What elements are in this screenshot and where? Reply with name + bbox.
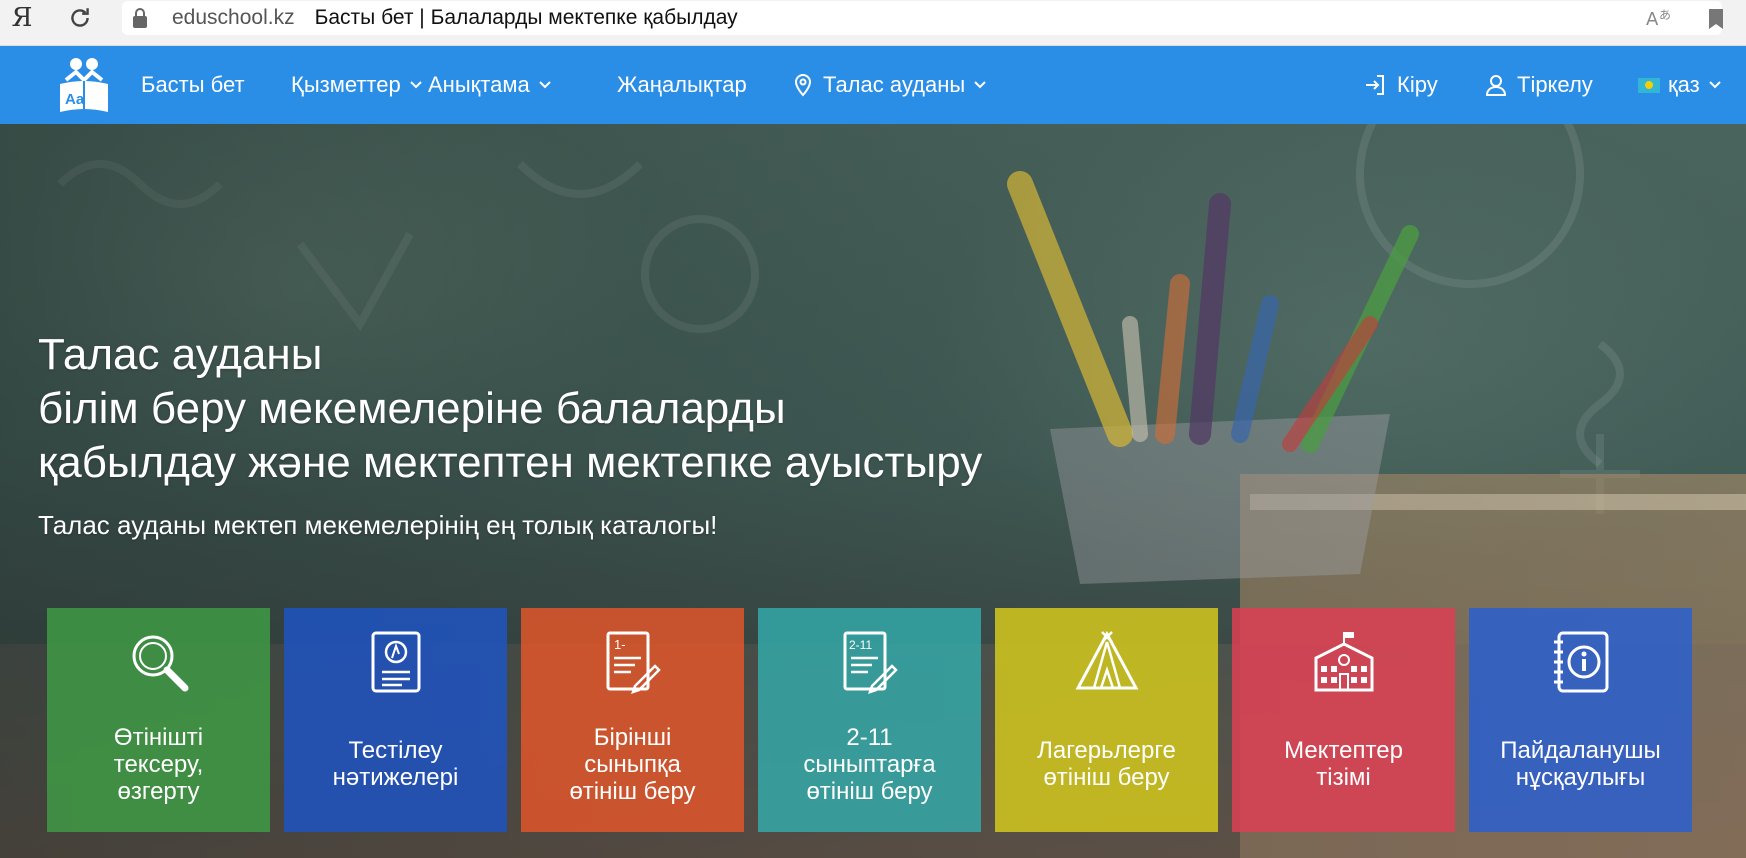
nav-services-label: Қызметтер [291,72,401,97]
nav-news[interactable]: Жаңалықтар [617,46,747,124]
bookmark-icon[interactable] [1708,4,1724,34]
hero-title-line: білім беру мекемелеріне балаларды [38,384,786,433]
browser-toolbar: Я eduschool.kz Басты бет | Балаларды мек… [0,0,1746,46]
info-icon [1469,630,1692,700]
nav-home-label: Басты бет [141,72,245,97]
tile-label: Мектептер тізімі [1284,737,1403,791]
kazakhstan-flag-icon [1638,77,1660,93]
login-link[interactable]: Кіру [1363,46,1438,124]
language-selector[interactable]: қаз [1638,46,1722,124]
nav-home[interactable]: Басты бет [141,46,245,124]
hero-title-line: қабылдау және мектептен мектепке ауыстыр… [38,438,983,487]
nav-news-label: Жаңалықтар [617,72,747,97]
login-icon [1363,73,1387,97]
nav-reference-label: Анықтама [428,72,530,97]
language-label: қаз [1668,72,1700,97]
register-label: Тіркелу [1517,72,1593,97]
tile-check-application[interactable]: Өтінішті тексеру, өзгерту [47,608,270,832]
tent-icon [995,630,1218,700]
grades-application-icon: 2-11 [758,630,981,700]
site-logo-icon[interactable]: Aa [56,54,112,116]
chevron-down-icon [1708,80,1722,90]
lock-icon [122,7,158,29]
hero-title: Талас ауданы білім беру мекемелеріне бал… [38,328,982,490]
tile-grades-application[interactable]: 2-11 2-11 сыныптарға өтініш беру [758,608,981,832]
tile-camp-application[interactable]: Лагерьлерге өтініш беру [995,608,1218,832]
svg-text:あ: あ [1659,8,1671,22]
test-sheet-icon [284,630,507,700]
svg-text:Aa: Aa [65,91,85,108]
nav-region[interactable]: Талас ауданы [793,46,987,124]
reload-icon[interactable] [62,0,98,36]
tile-label: 2-11 сыныптарға өтініш беру [803,723,936,805]
chevron-down-icon [538,80,552,90]
chevron-down-icon [409,80,423,90]
nav-reference[interactable]: Анықтама [428,46,552,124]
tile-school-list[interactable]: Мектептер тізімі [1232,608,1455,832]
svg-text:A: A [1646,9,1659,29]
tile-first-grade-application[interactable]: 1- Бірінші сыныпқа өтініш беру [521,608,744,832]
translate-icon[interactable]: Aあ [1646,2,1676,34]
first-grade-application-icon: 1- [521,630,744,700]
address-page-title: Басты бет | Балаларды мектепке қабылдау [314,6,738,29]
tile-label: Бірінші сыныпқа өтініш беру [569,723,696,805]
yandex-logo-button[interactable]: Я [8,0,36,36]
tile-label: Тестілеу нәтижелері [332,737,459,791]
svg-text:2-11: 2-11 [849,638,872,652]
school-building-icon [1232,630,1455,700]
location-pin-icon [793,73,813,97]
svg-text:1-: 1- [614,637,626,652]
tile-label: Пайдаланушы нұсқаулығы [1500,737,1661,791]
register-link[interactable]: Тіркелу [1485,46,1593,124]
nav-region-label: Талас ауданы [823,72,966,97]
login-label: Кіру [1397,72,1438,97]
address-domain: eduschool.kz [172,6,295,29]
hero-banner: Талас ауданы білім беру мекемелеріне бал… [0,124,1746,858]
nav-services[interactable]: Қызметтер [291,46,423,124]
tile-label: Өтінішті тексеру, өзгерту [113,723,204,805]
magnifier-icon [47,630,270,700]
user-icon [1485,73,1507,97]
hero-title-line: Талас ауданы [38,330,323,379]
tile-test-results[interactable]: Тестілеу нәтижелері [284,608,507,832]
main-navbar: Aa Басты бет Қызметтер Анықтама Жаңалықт… [0,46,1746,124]
hero-subtitle: Талас ауданы мектеп мекемелерінің ең тол… [38,510,718,540]
address-bar[interactable]: eduschool.kz Басты бет | Балаларды мекте… [122,1,1722,35]
tile-user-guide[interactable]: Пайдаланушы нұсқаулығы [1469,608,1692,832]
tile-label: Лагерьлерге өтініш беру [1037,737,1176,791]
chevron-down-icon [973,80,987,90]
